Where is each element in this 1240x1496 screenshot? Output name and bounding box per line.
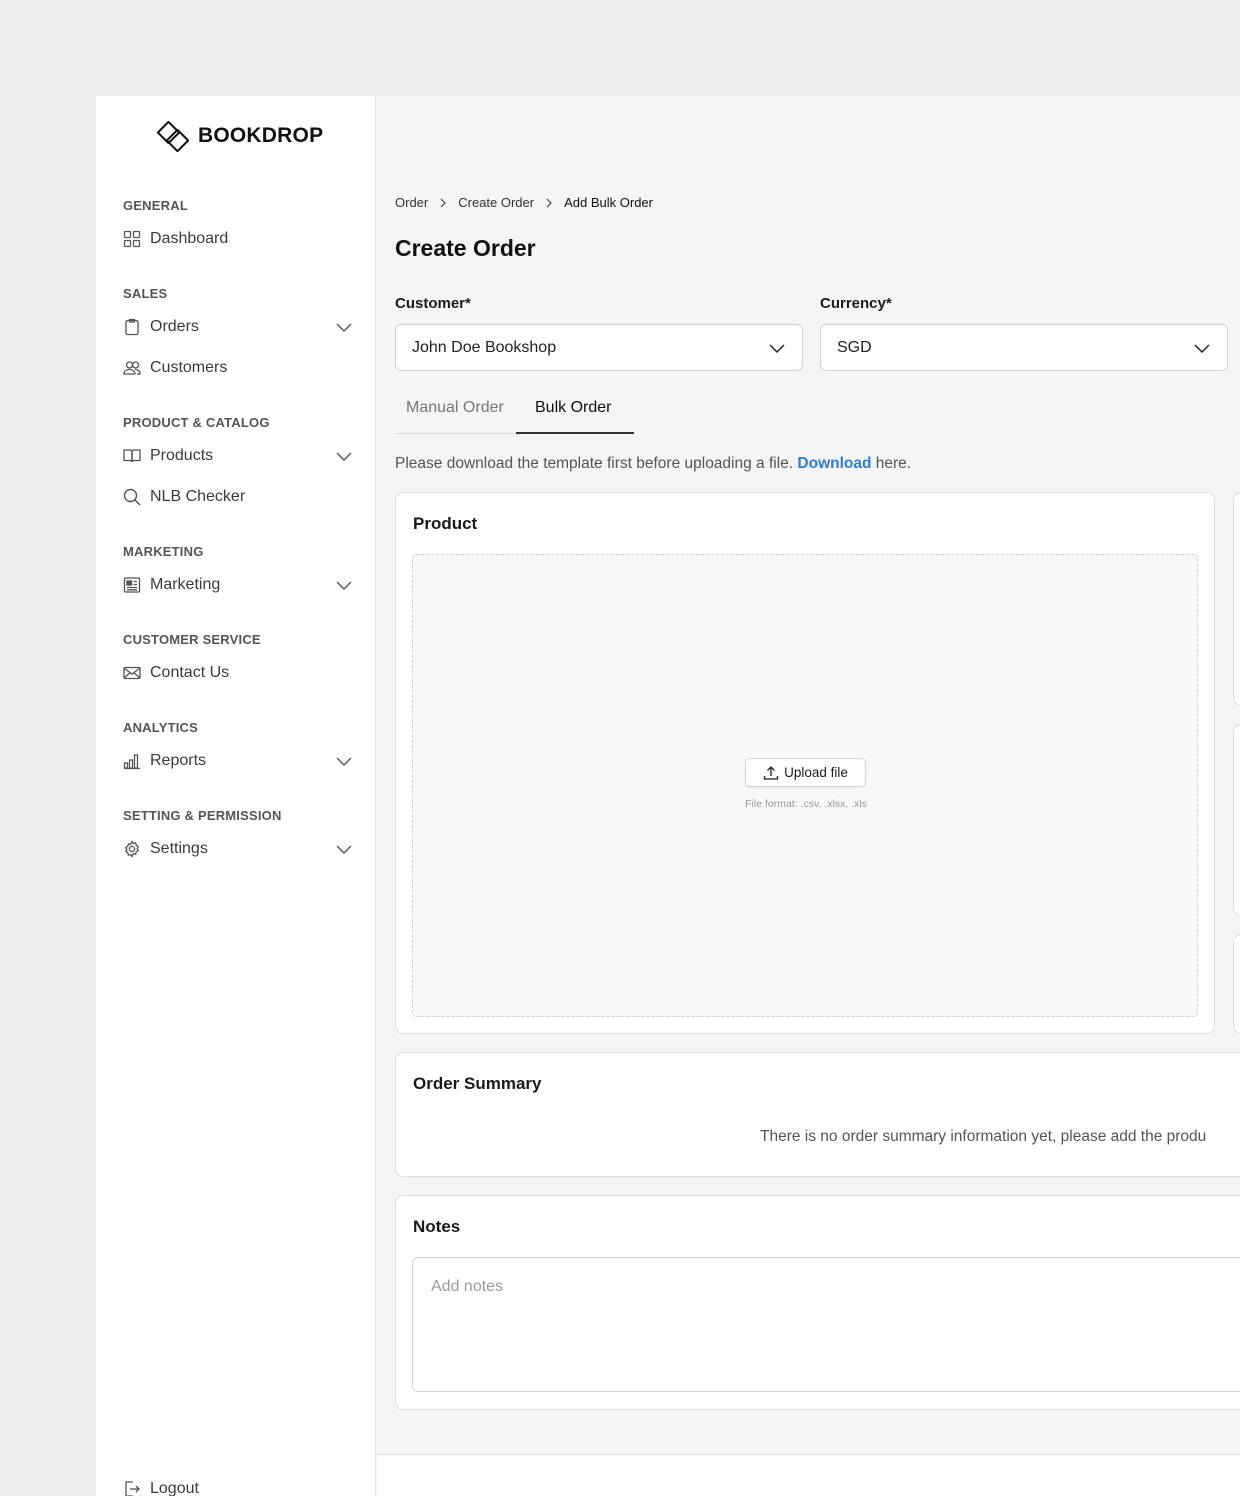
breadcrumb: Order Create Order Add Bulk Order: [395, 195, 653, 210]
sidebar-item-contact-us[interactable]: Contact Us: [123, 660, 353, 686]
brand-logo[interactable]: BOOKDROP: [156, 116, 323, 156]
file-dropzone[interactable]: Upload file File format: .csv, .xlsx, .x…: [412, 554, 1198, 1017]
breadcrumb-item-current: Add Bulk Order: [564, 195, 653, 210]
tab-bulk-order[interactable]: Bulk Order: [535, 399, 611, 417]
users-icon: [123, 359, 141, 377]
currency-select-value: SGD: [837, 338, 872, 356]
chevron-down-icon: [1193, 339, 1211, 357]
grid-icon: [123, 230, 141, 248]
chevron-down-icon: [768, 339, 786, 357]
section-title-general: GENERAL: [123, 198, 188, 213]
hint-text-before: Please download the template first befor…: [395, 455, 798, 472]
product-card: Product Upload file File format: .csv, .…: [395, 492, 1215, 1034]
customer-select-value: John Doe Bookshop: [412, 338, 557, 356]
breadcrumb-item-create-order[interactable]: Create Order: [458, 195, 534, 210]
download-template-link[interactable]: Download: [797, 455, 871, 472]
sidebar-item-marketing[interactable]: Marketing: [123, 572, 353, 598]
newspaper-icon: [123, 576, 141, 594]
sidebar-item-label: Orders: [150, 318, 199, 335]
currency-label: Currency*: [820, 295, 892, 312]
upload-file-label: Upload file: [784, 765, 848, 780]
bar-chart-icon: [123, 752, 141, 770]
section-title-analytics: ANALYTICS: [123, 720, 198, 735]
search-icon: [123, 488, 141, 506]
notes-card: Notes: [395, 1195, 1240, 1410]
app-frame: BOOKDROP GENERAL Dashboard SALES Orders: [96, 96, 1240, 1496]
sidebar-item-label: NLB Checker: [150, 488, 246, 505]
logout-icon: [123, 1480, 141, 1496]
upload-icon: [763, 765, 779, 781]
upload-file-button[interactable]: Upload file: [745, 758, 866, 787]
section-title-sales: SALES: [123, 286, 168, 301]
chevron-right-icon: [438, 198, 448, 208]
customer-select[interactable]: John Doe Bookshop: [395, 324, 803, 371]
page-title: Create Order: [395, 235, 536, 261]
section-title-setting-permission: SETTING & PERMISSION: [123, 808, 282, 823]
sidebar-item-products[interactable]: Products: [123, 443, 353, 469]
chevron-down-icon[interactable]: [335, 318, 353, 336]
file-format-hint: File format: .csv, .xlsx, .xls: [745, 798, 867, 810]
sidebar-item-label: Marketing: [150, 576, 221, 593]
section-title-customer-service: CUSTOMER SERVICE: [123, 632, 261, 647]
order-summary-empty-text: There is no order summary information ye…: [760, 1128, 1207, 1145]
sidebar-item-orders[interactable]: Orders: [123, 314, 353, 340]
chevron-down-icon[interactable]: [335, 447, 353, 465]
customer-label: Customer*: [395, 295, 471, 312]
sidebar-item-dashboard[interactable]: Dashboard: [123, 226, 353, 252]
sidebar-item-reports[interactable]: Reports: [123, 748, 353, 774]
sidebar-item-settings[interactable]: Settings: [123, 836, 353, 862]
side-panel-card: [1233, 492, 1240, 706]
book-icon: [123, 447, 141, 465]
side-panel-card: [1233, 724, 1240, 916]
main-content: Order Create Order Add Bulk Order Create…: [377, 96, 1240, 1496]
notes-title: Notes: [413, 1217, 461, 1236]
sidebar-item-label: Contact Us: [150, 664, 230, 681]
sidebar-item-nlb-checker[interactable]: NLB Checker: [123, 484, 353, 510]
order-type-tabs: Manual Order Bulk Order: [395, 394, 634, 434]
template-hint: Please download the template first befor…: [395, 455, 911, 473]
section-title-product-catalog: PRODUCT & CATALOG: [123, 415, 270, 430]
breadcrumb-item-order[interactable]: Order: [395, 195, 428, 210]
chevron-down-icon[interactable]: [335, 752, 353, 770]
section-title-marketing: MARKETING: [123, 544, 204, 559]
hint-text-after: here.: [871, 455, 912, 472]
logout-label: Logout: [150, 1480, 199, 1496]
footer-action-bar: [377, 1454, 1240, 1496]
sidebar-item-label: Products: [150, 447, 214, 464]
mail-icon: [123, 664, 141, 682]
product-card-title: Product: [413, 514, 478, 533]
sidebar-item-customers[interactable]: Customers: [123, 355, 353, 381]
logo-icon: [156, 116, 194, 156]
clipboard-icon: [123, 318, 141, 336]
chevron-right-icon: [544, 198, 554, 208]
chevron-down-icon[interactable]: [335, 576, 353, 594]
logout-button[interactable]: Logout: [123, 1480, 199, 1496]
sidebar-item-label: Settings: [150, 840, 208, 857]
sidebar-item-label: Dashboard: [150, 230, 229, 247]
order-summary-card: Order Summary There is no order summary …: [395, 1052, 1240, 1177]
sidebar: BOOKDROP GENERAL Dashboard SALES Orders: [96, 96, 376, 1496]
tab-manual-order[interactable]: Manual Order: [406, 399, 504, 417]
active-tab-indicator: [516, 432, 634, 434]
notes-textarea[interactable]: [412, 1257, 1240, 1392]
currency-select[interactable]: SGD: [820, 324, 1228, 371]
brand-name: BOOKDROP: [198, 124, 324, 147]
side-panel-card: [1233, 934, 1240, 1034]
chevron-down-icon[interactable]: [335, 840, 353, 858]
order-summary-title: Order Summary: [413, 1074, 542, 1093]
sidebar-item-label: Customers: [150, 359, 228, 376]
sidebar-item-label: Reports: [150, 752, 207, 769]
gear-icon: [123, 840, 141, 858]
